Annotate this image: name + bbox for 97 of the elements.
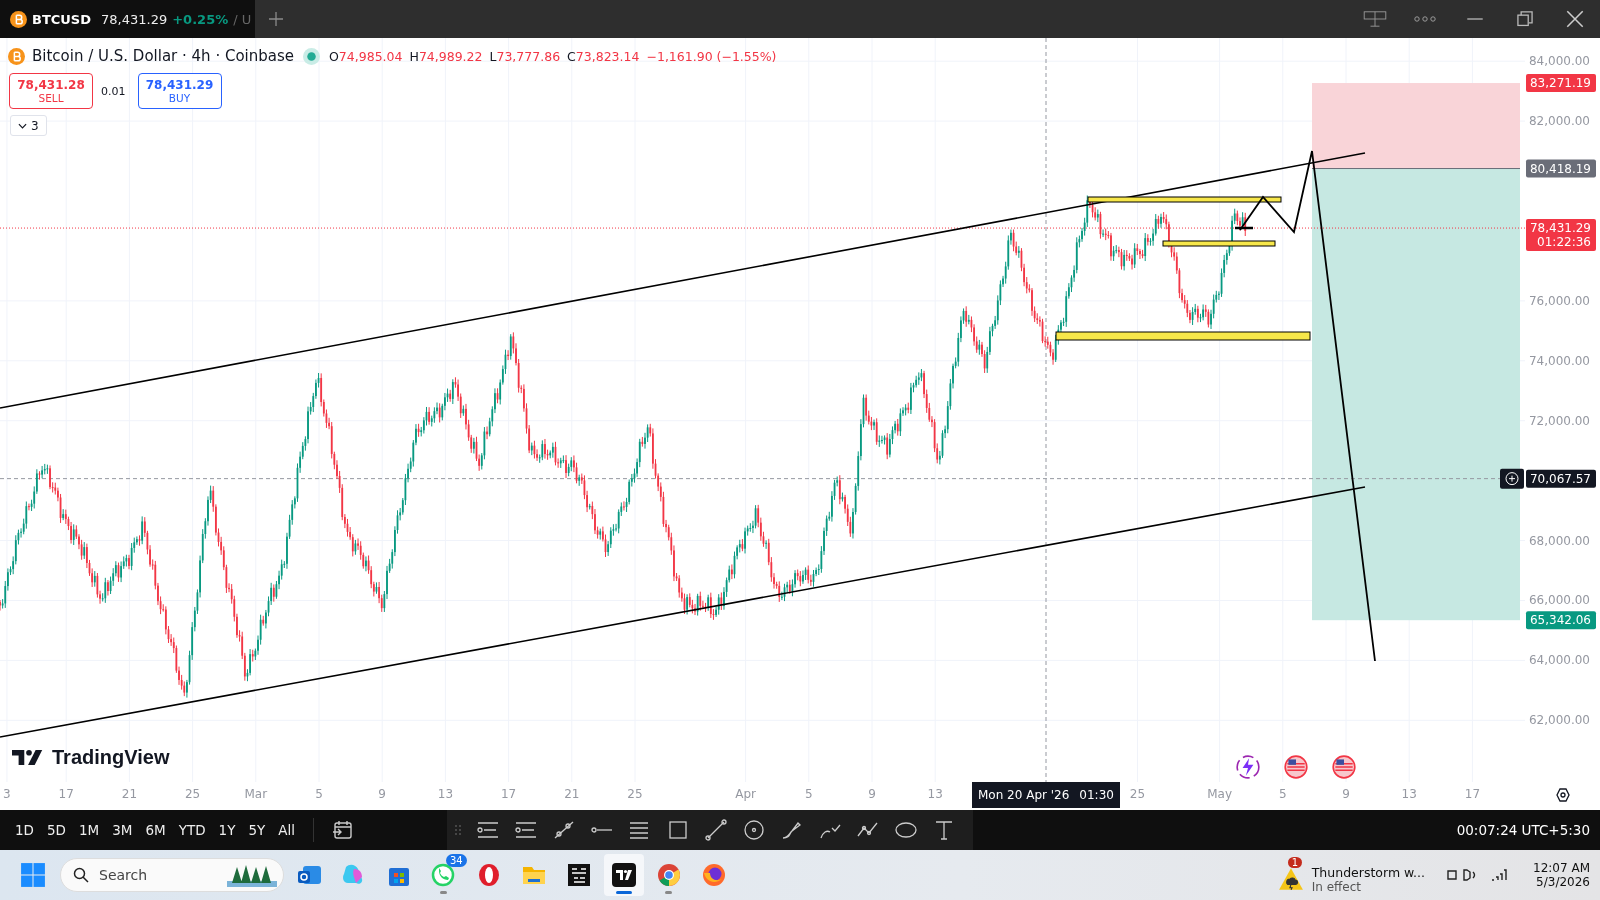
taskbar-app-button[interactable]: 34 [424,854,464,896]
date-label: 17 [58,787,74,801]
notification-badge: 1 [1287,856,1303,868]
date-label: 25 [1129,787,1146,801]
change-value: −1,161.90 (−1.55%) [646,48,777,64]
price-label: 76,000.00 [1528,293,1590,308]
candle-countdown: 01:22:36 [1537,235,1591,250]
projection-path[interactable] [1239,150,1376,662]
range-button[interactable]: 5Y [243,818,271,842]
date-label: 5 [315,787,323,801]
chrome-icon [655,861,683,889]
symbol-tab[interactable]: BTCUSD 78,431.29 +0.25% / U [0,0,255,38]
start-icon[interactable] [20,862,46,888]
date-label: 17 [1464,787,1481,801]
badge-price: 80,418.19 [1529,161,1591,176]
date-label: 5 [805,787,813,801]
range-button[interactable]: YTD [173,818,211,842]
date-label: 3 [3,787,11,801]
price-label: 66,000.00 [1528,593,1590,608]
date-label: 17 [500,787,517,801]
sell-button[interactable]: 78,431.28 SELL [9,73,93,109]
crosshair-date-badge: Mon 20 Apr '26 01:30 [972,782,1120,808]
layout-icon[interactable] [1363,10,1387,28]
tradingview-icon [610,861,638,889]
price-label: 64,000.00 [1528,653,1590,668]
date-label: 25 [627,787,643,801]
ohlc-value: L73,777.86 [489,48,561,64]
range-button[interactable]: 1M [73,818,105,842]
ohlc-value: C73,823.14 [567,48,640,64]
price-label: 72,000.00 [1528,413,1590,428]
date-label: 5 [1279,787,1287,801]
date-label: Mar [244,787,268,801]
weather-title: Thunderstorm w... [1311,864,1426,880]
zone-rectangle[interactable] [1087,196,1282,203]
spread-value: 0.01 [101,84,126,98]
logo-text: TradingView [52,746,170,769]
range-button[interactable]: 6M [140,818,171,842]
date-label: 25 [184,787,201,801]
range-button[interactable]: All [273,818,301,842]
market-status-icon [303,47,320,65]
add-alert-icon[interactable] [1500,468,1524,489]
firefox-icon [700,861,728,889]
lightning-icon[interactable] [1235,754,1261,780]
level-line[interactable] [1235,226,1253,230]
date-label: 9 [1342,787,1350,801]
date-label: 13 [927,787,943,801]
weather-widget[interactable]: 1 Thunderstorm w... In effect [1277,856,1426,894]
flag-icon[interactable] [1331,754,1357,780]
range-button[interactable]: 5D [42,818,71,842]
badge-price: 65,342.06 [1529,613,1591,628]
date-label: 13 [1401,787,1417,801]
date-label: May [1207,787,1232,801]
range-button[interactable]: 1D [10,818,39,842]
buy-button[interactable]: 78,431.29 BUY [137,73,222,109]
new-tab-icon[interactable] [269,12,283,26]
price-label: 74,000.00 [1528,353,1590,368]
search-icon [73,867,89,883]
taskbar-app-button[interactable] [604,854,644,896]
badge-price: 83,271.19 [1529,76,1591,91]
date-label: 21 [564,787,580,801]
search-field[interactable]: Search [60,858,284,892]
clock-text[interactable]: 00:07:24 UTC+5:30 [1456,822,1590,838]
price-label: 82,000.00 [1528,114,1590,129]
price-label: 68,000.00 [1528,533,1590,548]
price-change: +0.25% [172,11,229,27]
line-icon[interactable] [704,818,729,842]
date-text[interactable]: 5/3/2026 [1536,875,1590,889]
bitcoin-icon [10,10,27,28]
storm-warning-icon [1277,867,1304,891]
smr-icon [565,861,593,889]
symbol-title[interactable]: Bitcoin / U.S. Dollar · 4h · Coinbase [32,47,294,65]
settings-icon[interactable] [1555,787,1571,803]
symbol-name: BTCUSD [32,11,92,27]
indicators-toggle[interactable]: 3 [10,115,47,136]
time-text[interactable]: 12:07 AM [1533,861,1590,875]
weather-status: In effect [1311,879,1363,894]
flag-icon[interactable] [1283,754,1309,780]
caret-icon [18,122,27,129]
badge-price: 78,431.29 [1529,221,1591,236]
date-label: 13 [437,787,454,801]
ohlc-value: O74,985.04 [329,48,403,64]
range-button[interactable]: 3M [107,818,138,842]
date-label: 9 [378,787,386,801]
drag-handle-icon[interactable] [455,824,462,836]
date-label: Apr [735,787,756,801]
symbol-price: 78,431.29 [101,11,168,27]
circle-icon[interactable] [742,818,767,842]
date-label: 21 [121,787,138,801]
ohlc-value: H74,989.22 [409,48,483,64]
bitcoin-icon [8,47,25,65]
date-label: 9 [868,787,876,801]
badge-price: 70,067.57 [1529,471,1591,486]
notification-badge: 34 [446,854,467,867]
tab-description: / U [233,11,252,27]
price-label: 84,000.00 [1528,54,1590,69]
price-label: 62,000.00 [1528,713,1590,728]
range-button[interactable]: 1Y [213,818,241,842]
